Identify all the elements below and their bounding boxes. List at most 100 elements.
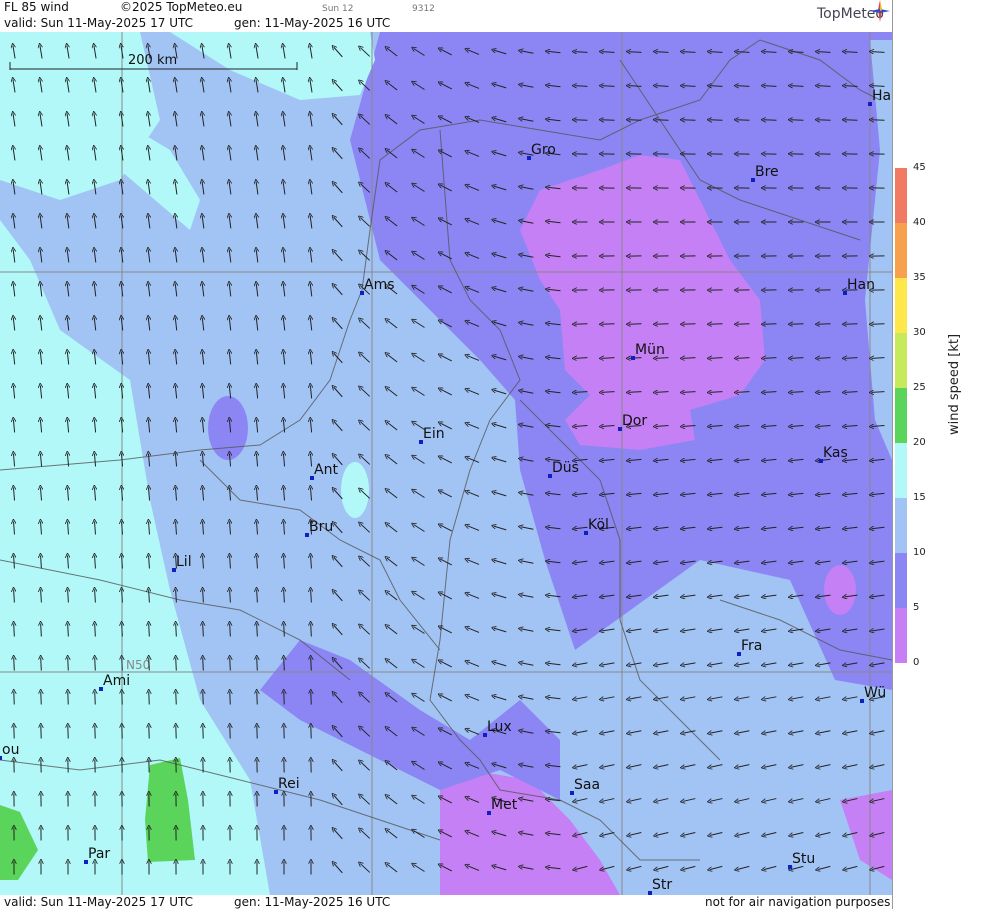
city-label: Ami (103, 673, 130, 689)
colorbar-segment (895, 553, 907, 608)
wind-arrow (257, 692, 258, 705)
colorbar-tick: 40 (913, 217, 926, 228)
wind-arrow (710, 120, 723, 121)
wind-arrow (575, 358, 588, 359)
city-label: Ha (872, 88, 891, 104)
legend-title: wind speed [kt] (947, 333, 962, 435)
city-label: Stu (792, 851, 815, 867)
wind-arrow (284, 692, 285, 705)
wind-arrow (68, 692, 69, 705)
wind-arrow (764, 86, 777, 87)
colorbar-segment (895, 168, 907, 223)
wind-arrow (764, 120, 777, 121)
colorbar-segment (895, 608, 907, 663)
wind-arrow (203, 624, 204, 637)
wind-arrow (737, 358, 750, 359)
wind-arrow (95, 658, 96, 671)
wind-arrow (95, 692, 96, 705)
valid-time: valid: Sun 11-May-2025 17 UTC (4, 16, 193, 30)
colorbar (895, 168, 907, 663)
city-label: Ein (423, 426, 445, 442)
city-label: Ams (364, 277, 395, 293)
copyright-text: ©2025 TopMeteo.eu (120, 0, 243, 14)
wind-arrow (176, 692, 177, 705)
wind-arrow (68, 624, 69, 637)
wind-arrow (629, 86, 642, 87)
wind-arrow (575, 86, 588, 87)
wind-arrow (818, 120, 831, 121)
wind-arrow (257, 658, 258, 671)
colorbar-segment (895, 278, 907, 333)
city-label: Dor (622, 413, 647, 429)
wind-arrow (818, 358, 831, 359)
colorbar-segment (895, 388, 907, 443)
colorbar-tick: 20 (913, 437, 926, 448)
city-label: Kas (823, 445, 848, 461)
wind-arrow (737, 86, 750, 87)
lat-label: N50 (126, 658, 150, 672)
wind-map[interactable]: N50 200 km Ha Gro Bre Ams Han Mün Dor Ein Kas Ant… (0, 32, 892, 895)
wind-arrow (257, 624, 258, 637)
wind-arrow (764, 358, 777, 359)
wind-arrow (737, 120, 750, 121)
colorbar-tick: 35 (913, 272, 926, 283)
wind-arrow (203, 692, 204, 705)
city-label: Wü (864, 685, 886, 701)
city-label: Düs (552, 460, 579, 476)
wind-arrow (284, 658, 285, 671)
colorbar-tick: 15 (913, 492, 926, 503)
wind-arrow (845, 120, 858, 121)
wind-arrow (41, 692, 42, 705)
wind-arrow (14, 624, 15, 637)
wind-arrow (845, 86, 858, 87)
wind-arrow (683, 358, 696, 359)
wind-arrow (845, 358, 858, 359)
topmeteo-logo[interactable]: TopMeteo (817, 0, 890, 22)
wind-arrow (683, 120, 696, 121)
map-footer: valid: Sun 11-May-2025 17 UTC gen: 11-Ma… (0, 895, 892, 909)
wind-arrow (818, 86, 831, 87)
colorbar-tick: 25 (913, 382, 926, 393)
wind-arrow (41, 658, 42, 671)
wind-arrow (230, 692, 231, 705)
colorbar-segment (895, 333, 907, 388)
wind-arrow (149, 658, 150, 671)
wind-arrow (602, 358, 615, 359)
wind-arrow (176, 658, 177, 671)
city-label: Köl (588, 517, 609, 533)
colorbar-tick: 30 (913, 327, 926, 338)
wind-legend: 45 40 35 30 25 20 15 10 5 0 wind speed [kt] (892, 0, 983, 909)
wind-arrow (602, 120, 615, 121)
disclaimer: not for air navigation purposes (705, 895, 891, 909)
colorbar-segment (895, 443, 907, 498)
wind-arrow (575, 120, 588, 121)
wind-arrow (629, 120, 642, 121)
wind-arrow (230, 658, 231, 671)
wind-arrow (149, 692, 150, 705)
colorbar-tick: 0 (913, 657, 920, 668)
city-label: Mün (635, 342, 665, 358)
wind-arrow (311, 692, 312, 705)
wind-arrow (14, 658, 15, 671)
wind-arrow (710, 86, 723, 87)
wind-arrow (95, 624, 96, 637)
colorbar-segment (895, 498, 907, 553)
city-label: Bru (309, 519, 333, 535)
city-label: ou (2, 742, 19, 758)
city-label: Lux (487, 719, 512, 735)
city-label: Fra (741, 638, 762, 654)
code-label: 9312 (412, 4, 435, 14)
city-label: Bre (755, 164, 779, 180)
wind-arrow (284, 624, 285, 637)
map-header: FL 85 wind ©2025 TopMeteo.eu Sun 12 9312… (0, 0, 892, 32)
city-label: Ant (314, 462, 338, 478)
city-label: Par (88, 846, 110, 862)
wind-arrow (656, 86, 669, 87)
generated-time: gen: 11-May-2025 16 UTC (234, 16, 391, 30)
wind-arrow (122, 658, 123, 671)
wind-arrow (122, 692, 123, 705)
wind-arrow (791, 86, 804, 87)
wind-arrow (311, 624, 312, 637)
city-label: Met (491, 797, 518, 813)
scale-label: 200 km (128, 53, 177, 68)
